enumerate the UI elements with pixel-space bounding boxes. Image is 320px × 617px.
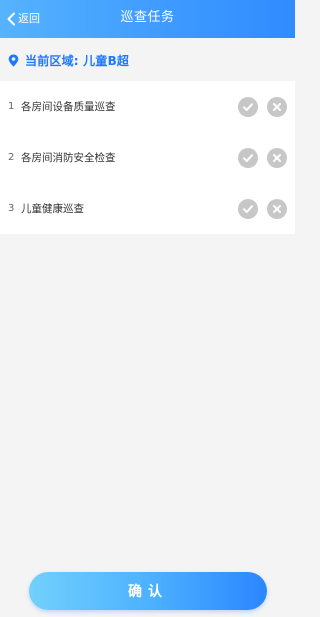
check-icon [243, 102, 253, 111]
confirm-button[interactable]: 确认 [29, 572, 267, 610]
approve-button[interactable] [238, 147, 258, 168]
task-item: 2 各房间消防安全检查 [0, 132, 295, 183]
task-actions [238, 198, 287, 219]
task-index: 3 [8, 203, 15, 214]
task-actions [238, 147, 287, 168]
current-area-row: 当前区域: 儿童B超 [0, 45, 295, 75]
task-item: 1 各房间设备质量巡查 [0, 81, 295, 132]
top-app-bar: 返回 巡查任务 [0, 0, 295, 38]
location-pin-icon [8, 54, 19, 67]
confirm-wrap: 确认 [29, 572, 267, 610]
task-list: 1 各房间设备质量巡查 2 各房间消防安全检查 3 儿童健康巡查 [0, 81, 295, 234]
patrol-task-screen: 返回 巡查任务 当前区域: 儿童B超 1 各房间设备质量巡查 2 各房间消防安全… [0, 0, 295, 617]
reject-button[interactable] [267, 147, 287, 168]
check-icon [243, 153, 253, 162]
check-icon [243, 204, 253, 213]
reject-button[interactable] [267, 96, 287, 117]
current-area-label: 当前区域: 儿童B超 [25, 53, 130, 68]
task-item: 3 儿童健康巡查 [0, 183, 295, 234]
close-icon [273, 153, 281, 162]
task-title: 儿童健康巡查 [21, 203, 84, 215]
close-icon [273, 102, 281, 111]
approve-button[interactable] [238, 96, 258, 117]
page-title: 巡查任务 [120, 10, 175, 25]
task-title: 各房间设备质量巡查 [21, 101, 116, 113]
reject-button[interactable] [267, 198, 287, 219]
task-title: 各房间消防安全检查 [21, 152, 116, 164]
task-actions [238, 96, 287, 117]
close-icon [273, 204, 281, 213]
approve-button[interactable] [238, 198, 258, 219]
task-index: 2 [8, 152, 15, 163]
task-index: 1 [8, 101, 15, 112]
